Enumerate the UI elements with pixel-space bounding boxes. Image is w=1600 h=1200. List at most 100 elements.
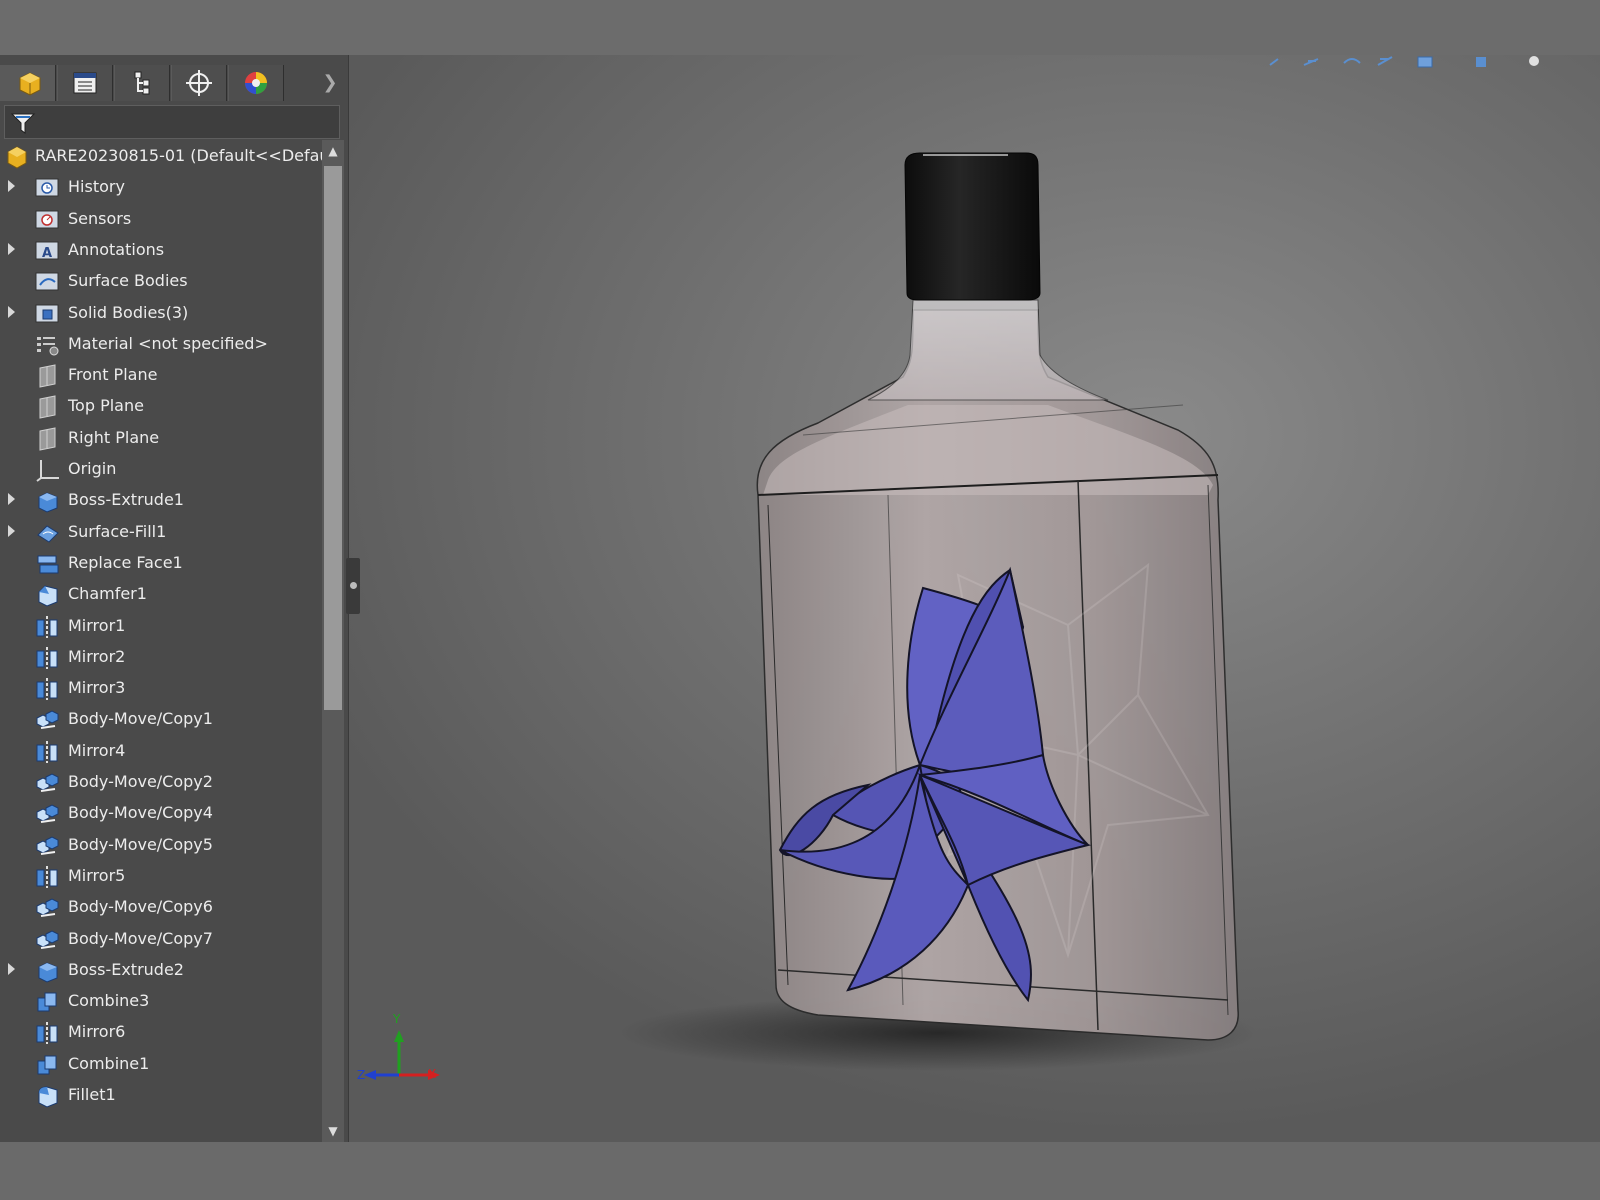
move-copy-icon	[35, 708, 59, 730]
tree-item-mirror5[interactable]: Mirror5	[0, 860, 322, 892]
coordinate-triad	[364, 1030, 440, 1080]
tree-item-body-move-copy6[interactable]: Body-Move/Copy6	[0, 891, 322, 923]
expand-arrow-icon[interactable]	[8, 180, 15, 192]
tree-item-mirror4[interactable]: Mirror4	[0, 735, 322, 767]
filter-icon[interactable]	[10, 111, 36, 135]
configuration-tree-icon	[134, 71, 150, 95]
display-manager-tab[interactable]	[228, 65, 284, 101]
tree-item-label: Mirror5	[68, 866, 126, 885]
tree-item-label: Body-Move/Copy4	[68, 803, 213, 822]
expand-arrow-icon[interactable]	[8, 525, 15, 537]
bottle-model[interactable]	[348, 55, 1600, 1142]
chevron-right-icon[interactable]: ❯	[318, 71, 342, 95]
tree-item-label: Front Plane	[68, 365, 158, 384]
plane-icon	[35, 395, 59, 419]
tree-item-surface-bodies[interactable]: Surface Bodies	[0, 265, 322, 297]
tree-item-history[interactable]: History	[0, 171, 322, 203]
tree-item-label: Mirror6	[68, 1022, 126, 1041]
scroll-down-icon[interactable]: ▼	[322, 1120, 344, 1142]
tree-item-boss-extrude2[interactable]: Boss-Extrude2	[0, 954, 322, 986]
color-wheel-icon	[245, 72, 267, 94]
history-folder-icon	[35, 176, 59, 198]
tree-item-body-move-copy2[interactable]: Body-Move/Copy2	[0, 766, 322, 798]
tree-item-fillet1[interactable]: Fillet1	[0, 1079, 322, 1111]
tree-item-body-move-copy7[interactable]: Body-Move/Copy7	[0, 923, 322, 955]
tree-item-mirror2[interactable]: Mirror2	[0, 641, 322, 673]
tree-item-material-not-specified[interactable]: Material <not specified>	[0, 328, 322, 360]
part-icon	[4, 145, 28, 169]
tree-item-origin[interactable]: Origin	[0, 453, 322, 485]
triad-x-label: X	[428, 1067, 437, 1081]
tree-item-surface-fill1[interactable]: Surface-Fill1	[0, 516, 322, 548]
tree-item-label: Replace Face1	[68, 553, 183, 572]
expand-arrow-icon[interactable]	[8, 306, 15, 318]
tree-item-right-plane[interactable]: Right Plane	[0, 422, 322, 454]
scroll-up-icon[interactable]: ▲	[322, 140, 344, 162]
origin-icon	[35, 458, 59, 482]
move-copy-icon	[35, 896, 59, 918]
tree-item-label: Top Plane	[68, 396, 144, 415]
tree-scrollbar[interactable]: ▲ ▼	[322, 140, 344, 1142]
expand-arrow-icon[interactable]	[8, 243, 15, 255]
crosshair-icon	[186, 70, 212, 96]
tree-item-label: Body-Move/Copy6	[68, 897, 213, 916]
tree-item-label: Mirror4	[68, 741, 126, 760]
bottle-neck	[867, 299, 1109, 401]
tree-item-label: Body-Move/Copy7	[68, 929, 213, 948]
extrude-icon	[35, 489, 59, 513]
tree-filter-bar[interactable]	[4, 105, 340, 139]
combine-icon	[35, 1053, 59, 1075]
tree-item-mirror3[interactable]: Mirror3	[0, 672, 322, 704]
tree-item-label: Material <not specified>	[68, 334, 268, 353]
tree-item-combine3[interactable]: Combine3	[0, 985, 322, 1017]
dimxpert-manager-tab[interactable]	[171, 65, 227, 101]
mirror-icon	[35, 646, 59, 669]
tree-item-label: Boss-Extrude1	[68, 490, 184, 509]
solid-bodies-icon	[35, 302, 59, 324]
tree-item-mirror1[interactable]: Mirror1	[0, 610, 322, 642]
tree-item-combine1[interactable]: Combine1	[0, 1048, 322, 1080]
tree-root-part[interactable]: RARE20230815-01 (Default<<Default>	[0, 140, 322, 172]
part-icon	[19, 72, 41, 96]
tree-item-sensors[interactable]: Sensors	[0, 203, 322, 235]
scroll-thumb[interactable]	[324, 166, 342, 710]
top-toolbar-strip	[0, 0, 1600, 55]
tree-item-label: History	[68, 177, 125, 196]
manager-tab-bar: ❯	[0, 65, 348, 101]
tree-item-chamfer1[interactable]: Chamfer1	[0, 578, 322, 610]
surface-fill-icon	[35, 521, 59, 543]
tree-item-label: Boss-Extrude2	[68, 960, 184, 979]
expand-arrow-icon[interactable]	[8, 963, 15, 975]
tree-item-label: Solid Bodies(3)	[68, 303, 189, 322]
tree-item-front-plane[interactable]: Front Plane	[0, 359, 322, 391]
material-icon	[35, 333, 59, 356]
tree-item-body-move-copy1[interactable]: Body-Move/Copy1	[0, 703, 322, 735]
chamfer-icon	[35, 583, 59, 607]
configuration-manager-tab[interactable]	[114, 65, 170, 101]
feature-tree[interactable]: RARE20230815-01 (Default<<Default> Histor…	[0, 140, 322, 1142]
tree-item-annotations[interactable]: A Annotations	[0, 234, 322, 266]
tree-item-body-move-copy4[interactable]: Body-Move/Copy4	[0, 797, 322, 829]
panel-splitter-handle[interactable]	[346, 558, 360, 614]
expand-arrow-icon[interactable]	[8, 493, 15, 505]
tree-item-label: Right Plane	[68, 428, 160, 447]
bottle-cap[interactable]	[904, 152, 1041, 301]
plane-icon	[35, 427, 59, 451]
feature-manager-tab[interactable]	[0, 65, 56, 101]
tree-item-solid-bodies-3[interactable]: Solid Bodies(3)	[0, 297, 322, 329]
surface-bodies-icon	[35, 270, 59, 292]
tree-item-boss-extrude1[interactable]: Boss-Extrude1	[0, 484, 322, 516]
tree-item-replace-face1[interactable]: Replace Face1	[0, 547, 322, 579]
annotations-icon: A	[35, 239, 59, 261]
tree-item-body-move-copy5[interactable]: Body-Move/Copy5	[0, 829, 322, 861]
mirror-icon	[35, 740, 59, 763]
tree-item-mirror6[interactable]: Mirror6	[0, 1016, 322, 1048]
tree-item-label: Chamfer1	[68, 584, 147, 603]
graphics-area[interactable]: Y X Z	[348, 55, 1600, 1142]
tree-item-top-plane[interactable]: Top Plane	[0, 390, 322, 422]
triad-y-label: Y	[393, 1012, 401, 1026]
svg-text:A: A	[42, 246, 52, 261]
mirror-icon	[35, 615, 59, 638]
combine-icon	[35, 990, 59, 1012]
property-manager-tab[interactable]	[57, 65, 113, 101]
